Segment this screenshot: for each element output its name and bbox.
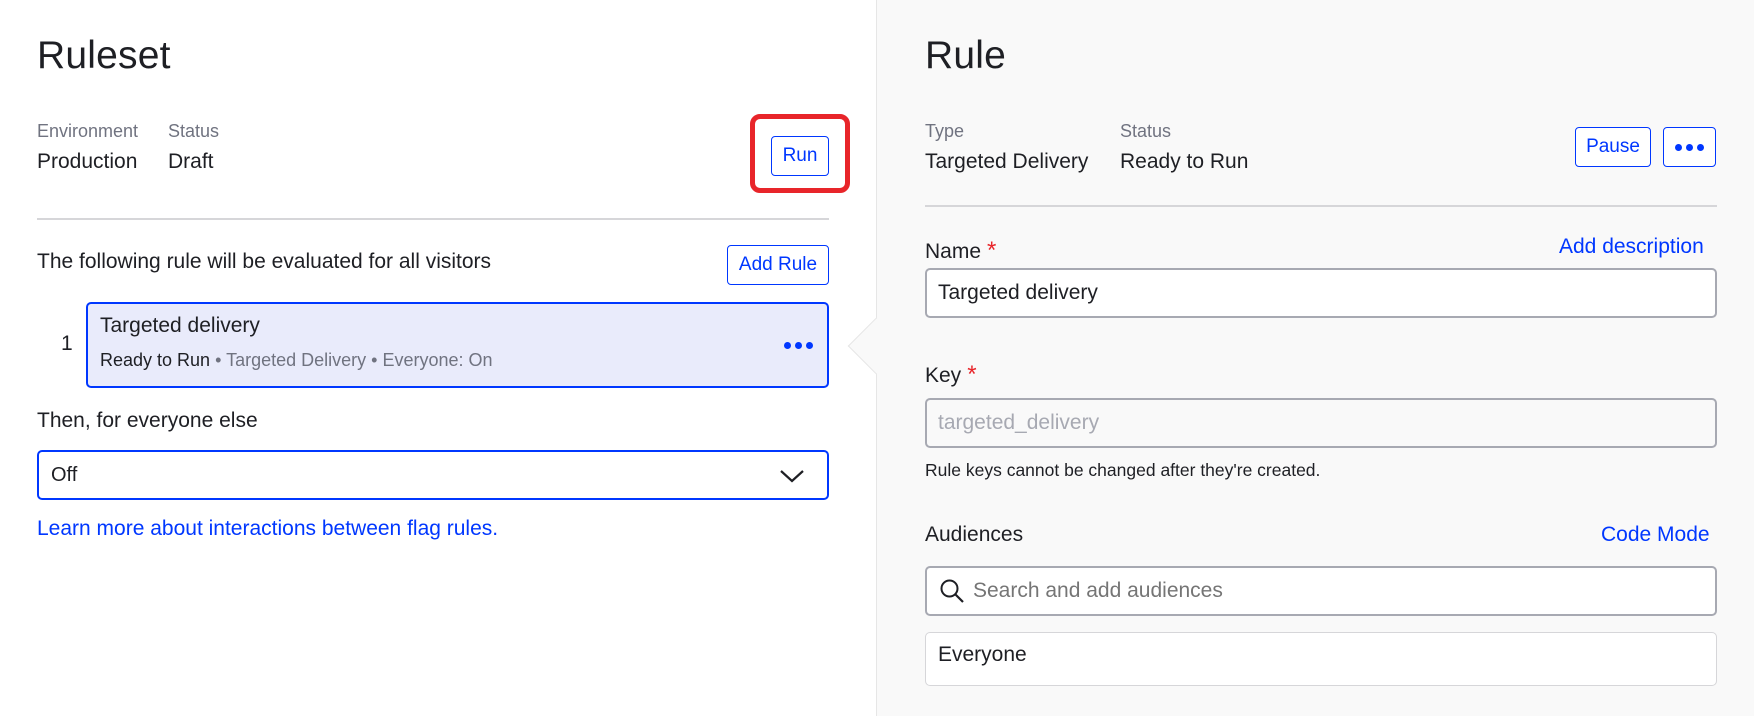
type-value: Targeted Delivery [925,150,1089,173]
rule-more-button[interactable] [1663,127,1716,167]
more-icon [1675,143,1704,151]
key-input-value: targeted_delivery [938,411,1100,434]
ruleset-title: Ruleset [37,34,171,77]
rule-title: Rule [925,34,1007,77]
type-label: Type [925,121,965,141]
search-icon [940,579,964,603]
key-field-label: Key * [925,361,977,389]
pause-button[interactable]: Pause [1575,127,1651,167]
chevron-down-icon [780,470,804,483]
rule-header-divider [925,205,1717,207]
fallback-select-value: Off [51,464,78,486]
name-field-label: Name * [925,237,996,265]
key-required-mark: * [967,361,977,388]
key-helper-text: Rule keys cannot be changed after they'r… [925,460,1321,480]
fallback-label: Then, for everyone else [37,409,258,432]
rule-card-more-icon[interactable] [784,342,813,349]
rule-card-name: Targeted delivery [100,314,260,337]
audience-item-everyone: Everyone [938,643,1027,666]
audience-list: Everyone [925,632,1717,686]
rules-intro-text: The following rule will be evaluated for… [37,250,492,273]
rule-status-label: Status [1120,121,1172,141]
add-description-link[interactable]: Add description [1559,235,1704,259]
fallback-select[interactable]: Off [37,450,829,500]
rule-card-summary: Ready to Run • Targeted Delivery • Every… [100,350,493,371]
header-divider [37,218,829,220]
name-input[interactable]: Targeted delivery [925,268,1717,318]
status-value: Draft [168,150,214,173]
name-required-mark: * [987,237,997,264]
rule-card-targeted-delivery[interactable]: Targeted delivery Ready to Run • Targete… [86,302,829,388]
environment-label: Environment [37,121,139,141]
code-mode-link[interactable]: Code Mode [1601,523,1710,547]
name-input-value: Targeted delivery [938,281,1098,304]
rule-panel: Rule Type Targeted Delivery Status Ready… [876,0,1754,716]
name-label-text: Name [925,240,982,263]
key-input: targeted_delivery [925,398,1717,448]
audience-search-input[interactable] [973,579,1673,603]
environment-value: Production [37,150,138,173]
audiences-label: Audiences [925,523,1024,546]
rule-card-status: Ready to Run [100,350,211,370]
add-rule-button[interactable]: Add Rule [727,245,829,285]
rule-card-details: • Targeted Delivery • Everyone: On [215,350,493,370]
learn-more-link[interactable]: Learn more about interactions between fl… [37,517,498,541]
audience-search[interactable] [925,566,1717,616]
status-label: Status [168,121,220,141]
rule-status-value: Ready to Run [1120,150,1249,173]
key-label-text: Key [925,364,962,387]
rule-index: 1 [61,332,73,355]
ruleset-panel: Ruleset Environment Production Status Dr… [0,0,876,716]
run-button[interactable]: Run [771,136,829,176]
